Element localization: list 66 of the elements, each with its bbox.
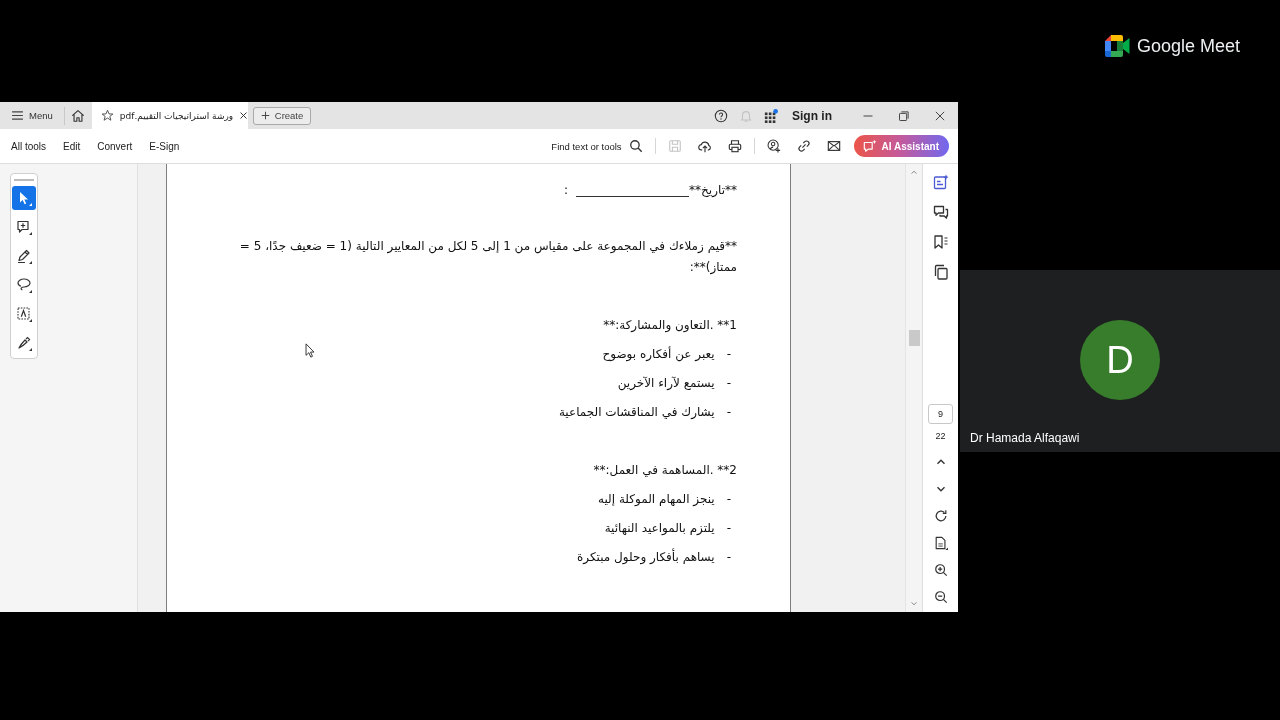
zoom-in-icon[interactable] [933,563,948,577]
search-button[interactable]: Find text or tools [551,139,643,153]
apps-grid-icon[interactable] [764,108,778,123]
home-icon[interactable] [70,108,85,123]
add-person-icon[interactable] [766,139,781,153]
close-icon[interactable] [239,111,249,120]
rotate-icon[interactable] [933,509,948,523]
pen-icon [16,248,32,264]
e-sign-menu-item[interactable]: E-Sign [149,140,180,152]
envelope-icon[interactable] [826,139,841,153]
bullet-text: - [726,520,731,537]
instruction-paragraph: **قيم زملاءك في المجموعة على مقياس من 1 إلى 5 لكل من المعايير التالية (1 = ضعيف جدًا، 5 = ممتاز)**: [238,238,737,277]
participant-name: Dr Hamada Alfaqawi [970,431,1080,445]
signature-pen-icon [16,335,32,351]
text-box-icon [16,306,32,322]
plus-icon [260,111,270,120]
app-logo-text: Google Meet [1136,35,1240,57]
document-sparkle-icon[interactable] [932,174,949,190]
avatar: D [1080,320,1160,400]
restore-icon[interactable] [898,109,910,122]
bookmark-icon[interactable] [932,234,949,250]
create-button[interactable]: Create [252,106,312,125]
section-heading: 2** .المساهمة في العمل:** [592,462,737,479]
ai-assistant-button[interactable]: AI Assistant [853,135,949,157]
section-heading: 1** .التعاون والمشاركة:** [602,317,737,335]
scrollbar-thumb[interactable] [908,330,920,346]
all-tools-button[interactable]: All tools [11,140,46,152]
star-icon[interactable] [100,109,114,122]
link-icon[interactable] [796,139,811,153]
bullet-text: - [726,375,731,392]
printer-icon[interactable] [727,139,742,153]
chat-sparkle-icon [862,139,877,153]
cloud-upload-icon[interactable] [697,139,712,153]
mouse-pointer-icon [305,343,315,358]
criterion-text: يشارك في المناقشات الجماعية [558,404,715,421]
close-icon[interactable] [934,109,946,122]
scrollbar[interactable] [905,164,922,612]
bullet-text: - [726,404,731,421]
menu-button[interactable]: Menu [0,102,64,129]
criterion-text: يستمع لآراء الآخرين [617,375,715,393]
search-icon [628,139,643,153]
camera-logo-icon [1104,35,1131,57]
comments-icon[interactable] [932,204,949,220]
help-icon[interactable] [714,108,728,123]
document-icon[interactable] [933,536,948,550]
criterion-text: ينجز المهام الموكلة إليه [598,491,715,508]
menu-icon [12,111,23,120]
criterion-text: يساهم بأفكار وحلول مبتكرة [577,547,715,567]
lasso-icon [16,277,32,293]
edit-menu-item[interactable]: Edit [63,140,81,152]
colon-text: : [564,183,569,197]
criterion-text: يعبر عن أفكاره بوضوح [602,345,715,364]
page-number-field[interactable]: 9 [928,404,953,424]
date-label: **تاريخ** [689,183,737,197]
zoom-out-icon[interactable] [933,590,948,604]
convert-menu-item[interactable]: Convert [97,140,133,152]
document-tab[interactable]: ورشة استراتيجيات التقييم.pdf [91,102,248,129]
criterion-text: يلتزم بالمواعيد النهائية [604,520,715,537]
bullet-text: - [726,549,731,566]
bullet-text: - [726,491,731,508]
comment-plus-icon [16,219,32,235]
sign-in-button[interactable]: Sign in [792,108,832,123]
bullet-text: - [726,346,731,363]
select-tool-button[interactable] [12,186,36,210]
page-count-text: 22 [935,430,946,442]
pages-icon[interactable] [932,264,949,280]
